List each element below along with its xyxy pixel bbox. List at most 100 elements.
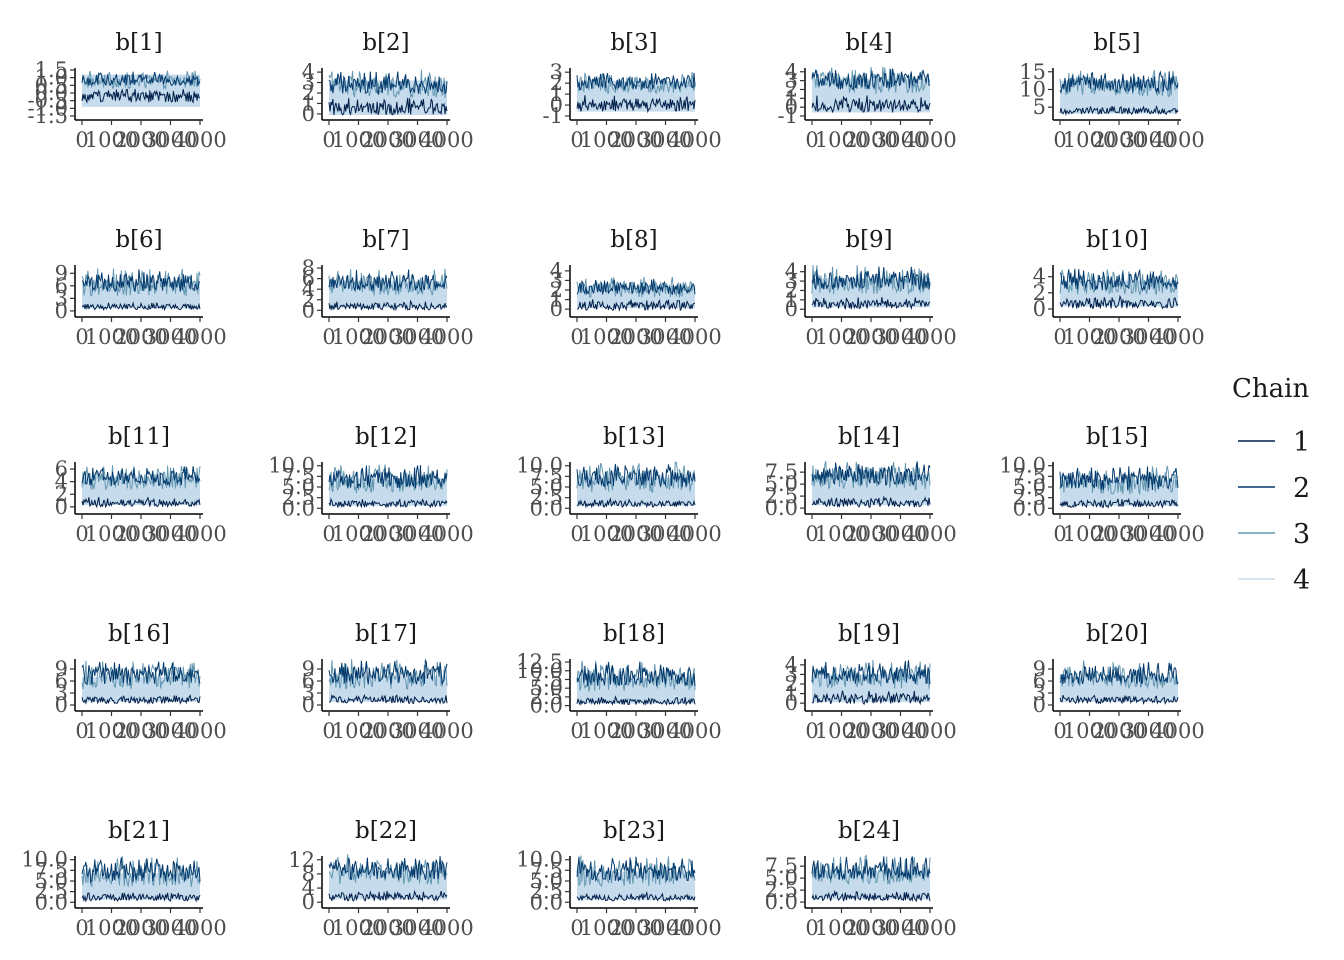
legend-label-chain-3: 3 <box>1293 519 1310 550</box>
facet-title: b[9] <box>845 227 892 253</box>
facet-panel: b[15]0.02.55.07.510.001000200030004000 <box>999 424 1204 546</box>
facet-title: b[12] <box>355 424 417 450</box>
x-tick-label: 4000 <box>903 916 956 940</box>
facet-panel: b[11]024601000200030004000 <box>55 424 227 546</box>
y-tick-label: 12.5 <box>516 650 563 674</box>
y-tick-label: 10.0 <box>999 454 1046 478</box>
x-tick-label: 4000 <box>173 522 226 546</box>
x-tick-label: 4000 <box>668 719 721 743</box>
facet-title: b[1] <box>115 30 162 56</box>
y-tick-label: 9 <box>55 261 68 285</box>
legend-label-chain-2: 2 <box>1293 473 1310 504</box>
y-tick-label: 3 <box>550 60 563 84</box>
facet-panel: b[12]0.02.55.07.510.001000200030004000 <box>268 424 473 546</box>
facet-title: b[4] <box>845 30 892 56</box>
legend-label-chain-4: 4 <box>1293 565 1310 596</box>
facet-title: b[13] <box>603 424 665 450</box>
x-tick-label: 4000 <box>1151 719 1204 743</box>
facet-title: b[23] <box>603 818 665 844</box>
x-tick-label: 4000 <box>668 916 721 940</box>
x-tick-label: 4000 <box>668 325 721 349</box>
facet-panel: b[6]036901000200030004000 <box>55 227 227 349</box>
facet-panel: b[7]0246801000200030004000 <box>302 227 474 349</box>
facet-panel: b[8]0123401000200030004000 <box>550 227 722 349</box>
y-tick-label: 10.0 <box>268 454 315 478</box>
x-tick-label: 4000 <box>1151 522 1204 546</box>
x-tick-label: 4000 <box>668 522 721 546</box>
y-tick-label: 12 <box>288 848 315 872</box>
facet-panel: b[22]0481201000200030004000 <box>288 818 473 940</box>
facet-title: b[7] <box>362 227 409 253</box>
x-tick-label: 4000 <box>173 719 226 743</box>
facet-title: b[5] <box>1093 30 1140 56</box>
facet-title: b[16] <box>108 621 170 647</box>
facet-panel: b[21]0.02.55.07.510.001000200030004000 <box>21 818 226 940</box>
facet-panel: b[5]5101501000200030004000 <box>1019 30 1204 152</box>
facet-panel: b[2]0123401000200030004000 <box>302 30 474 152</box>
facet-title: b[22] <box>355 818 417 844</box>
y-tick-label: 4 <box>785 260 798 284</box>
facet-title: b[10] <box>1086 227 1148 253</box>
facet-panel: b[17]036901000200030004000 <box>302 621 474 743</box>
x-tick-label: 4000 <box>173 325 226 349</box>
trace-plot-figure: b[1]-1.5-1.0-0.50.00.51.01.5010002000300… <box>21 30 1310 940</box>
facet-title: b[19] <box>838 621 900 647</box>
facet-title: b[18] <box>603 621 665 647</box>
facet-title: b[20] <box>1086 621 1148 647</box>
legend-label-chain-1: 1 <box>1293 427 1310 458</box>
facet-panel: b[14]0.02.55.07.501000200030004000 <box>765 424 957 546</box>
y-tick-label: 9 <box>1033 657 1046 681</box>
x-tick-label: 4000 <box>420 128 473 152</box>
facet-title: b[2] <box>362 30 409 56</box>
facet-panel: b[23]0.02.55.07.510.001000200030004000 <box>516 818 721 940</box>
y-tick-label: 1.5 <box>35 58 68 82</box>
facet-panel: b[9]0123401000200030004000 <box>785 227 957 349</box>
facet-panel: b[3]-1012301000200030004000 <box>543 30 722 152</box>
y-tick-label: 15 <box>1019 60 1046 84</box>
facet-panel: b[13]0.02.55.07.510.001000200030004000 <box>516 424 721 546</box>
x-tick-label: 4000 <box>420 719 473 743</box>
facet-panel: b[20]036901000200030004000 <box>1033 621 1205 743</box>
y-tick-label: 4 <box>1033 265 1046 289</box>
facet-grid: b[1]-1.5-1.0-0.50.00.51.01.5010002000300… <box>21 30 1204 940</box>
x-tick-label: 4000 <box>173 128 226 152</box>
y-tick-label: 6 <box>55 457 68 481</box>
facet-title: b[17] <box>355 621 417 647</box>
x-tick-label: 4000 <box>903 128 956 152</box>
facet-title: b[21] <box>108 818 170 844</box>
facet-title: b[24] <box>838 818 900 844</box>
y-tick-label: 10.0 <box>516 848 563 872</box>
facet-title: b[14] <box>838 424 900 450</box>
x-tick-label: 4000 <box>1151 128 1204 152</box>
x-tick-label: 4000 <box>1151 325 1204 349</box>
facet-panel: b[24]0.02.55.07.501000200030004000 <box>765 818 957 940</box>
facet-title: b[11] <box>108 424 170 450</box>
x-tick-label: 4000 <box>903 522 956 546</box>
facet-title: b[3] <box>610 30 657 56</box>
x-tick-label: 4000 <box>903 325 956 349</box>
y-tick-label: 10.0 <box>516 454 563 478</box>
y-tick-label: 4 <box>302 60 315 84</box>
x-tick-label: 4000 <box>903 719 956 743</box>
facet-panel: b[4]-10123401000200030004000 <box>778 30 957 152</box>
y-tick-label: 4 <box>785 60 798 84</box>
facet-panel: b[19]0123401000200030004000 <box>785 621 957 743</box>
legend-title: Chain <box>1232 374 1309 404</box>
facet-panel: b[16]036901000200030004000 <box>55 621 227 743</box>
x-tick-label: 4000 <box>420 325 473 349</box>
legend: Chain 1 2 3 4 <box>1232 374 1310 596</box>
y-tick-label: 7.5 <box>765 460 798 484</box>
x-tick-label: 4000 <box>420 522 473 546</box>
y-tick-label: 9 <box>302 657 315 681</box>
facet-title: b[8] <box>610 227 657 253</box>
y-tick-label: 4 <box>550 259 563 283</box>
facet-panel: b[1]-1.5-1.0-0.50.00.51.01.5010002000300… <box>28 30 227 152</box>
y-tick-label: 4 <box>785 653 798 677</box>
x-tick-label: 4000 <box>668 128 721 152</box>
x-tick-label: 4000 <box>173 916 226 940</box>
y-tick-label: 7.5 <box>765 854 798 878</box>
y-tick-label: 9 <box>55 657 68 681</box>
y-tick-label: 10.0 <box>21 848 68 872</box>
facet-title: b[15] <box>1086 424 1148 450</box>
x-tick-label: 4000 <box>420 916 473 940</box>
